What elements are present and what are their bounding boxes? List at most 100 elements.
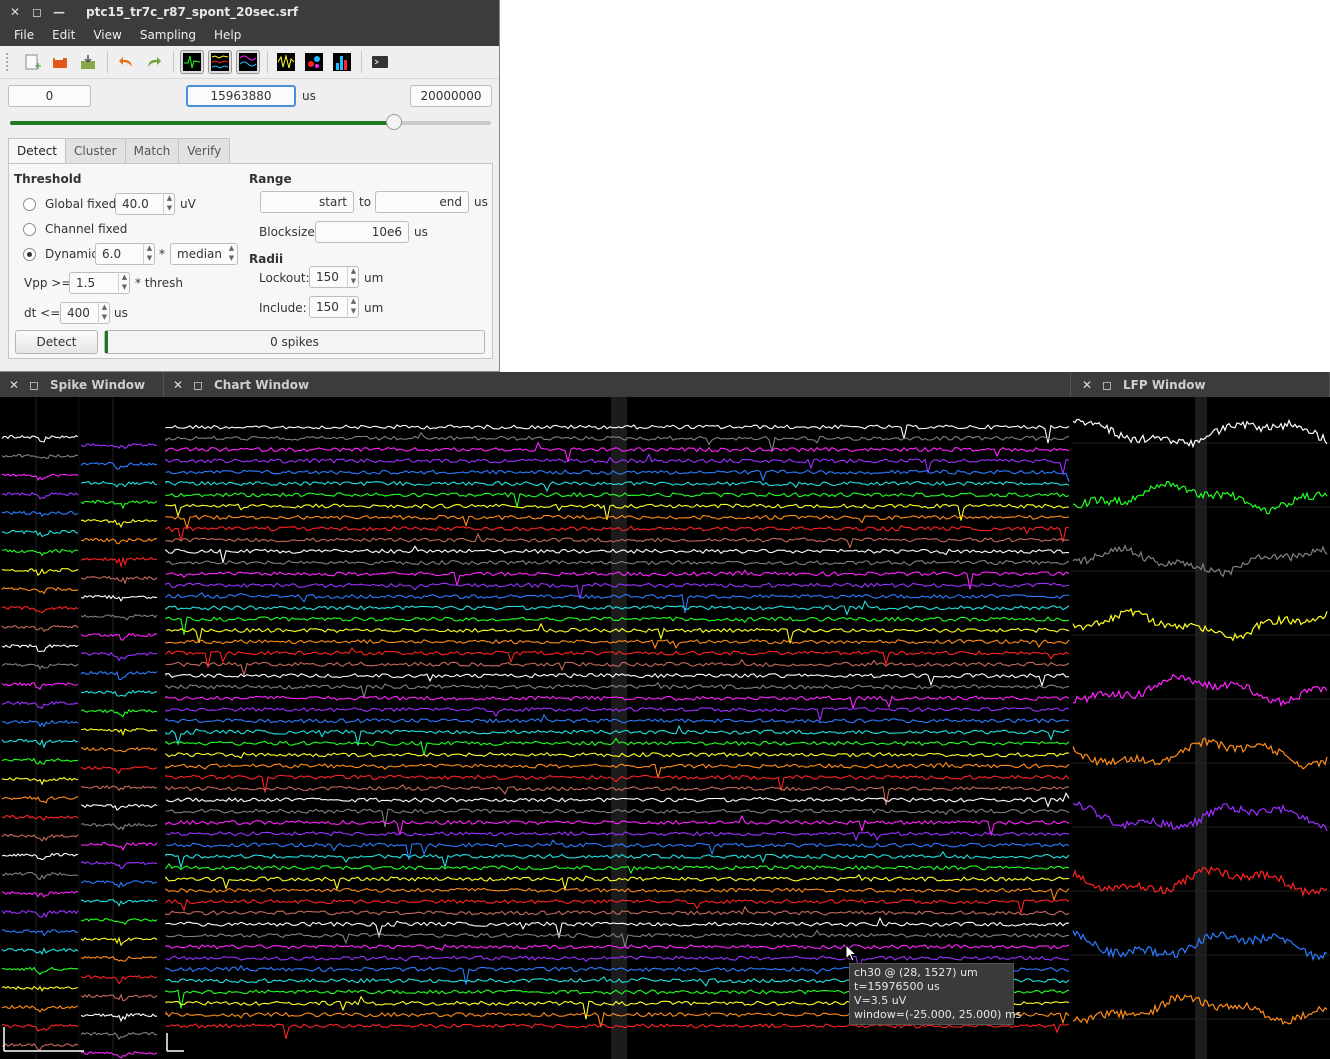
new-file-icon[interactable]: +	[20, 50, 44, 74]
global-fixed-label: Global fixed	[45, 197, 117, 211]
menu-sampling[interactable]: Sampling	[131, 28, 205, 42]
time-unit-label: us	[302, 89, 316, 103]
time-slider-track[interactable]	[10, 121, 491, 125]
tab-verify[interactable]: Verify	[178, 138, 231, 163]
dynamic-spinner-icon[interactable]: ▲ ▼	[143, 243, 155, 265]
detect-progress-text: 0 spikes	[270, 335, 319, 349]
include-spinner-icon[interactable]: ▲ ▼	[347, 296, 359, 318]
range-unit: us	[474, 195, 488, 209]
dynamic-method-chevron-icon[interactable]: ▲ ▼	[226, 243, 237, 265]
tooltip-voltage: V=3.5 uV	[854, 994, 907, 1007]
channel-fixed-label: Channel fixed	[45, 222, 128, 236]
tooltip-channel: ch30 @ (28, 1527) um	[854, 966, 978, 979]
toolbar-grip-icon[interactable]	[6, 53, 12, 71]
menu-view[interactable]: View	[84, 28, 130, 42]
range-start-input[interactable]: start	[260, 191, 354, 213]
dynamic-op-label: *	[159, 247, 165, 261]
dt-label: dt <=	[24, 306, 61, 320]
chart-window-title: Chart Window	[214, 377, 310, 392]
menu-file[interactable]: File	[0, 28, 43, 42]
toolbar-separator	[267, 51, 268, 73]
maximize-icon[interactable]: ◻	[188, 378, 208, 392]
spike-window-titlebar: ✕ ◻ Spike Window	[0, 372, 164, 397]
chart-window: ✕ ◻ Chart Window	[164, 372, 1071, 1059]
maximize-icon[interactable]: ◻	[26, 5, 48, 19]
sort-icon[interactable]	[274, 50, 298, 74]
menubar: File Edit View Sampling Help	[0, 24, 499, 46]
save-icon[interactable]	[76, 50, 100, 74]
close-icon[interactable]: ✕	[4, 5, 26, 19]
time-end-field[interactable]: 20000000	[410, 85, 492, 107]
toolbar-separator	[107, 51, 108, 73]
terminal-icon[interactable]	[368, 50, 392, 74]
lfp-window-titlebar: ✕ ◻ LFP Window	[1071, 372, 1330, 397]
close-icon[interactable]: ✕	[168, 378, 188, 392]
main-titlebar: ✕ ◻ — ptc15_tr7c_r87_spont_20sec.srf	[0, 0, 499, 24]
dt-unit: us	[114, 306, 128, 320]
chart-window-titlebar: ✕ ◻ Chart Window	[164, 372, 1071, 397]
vpp-label: Vpp >=	[24, 276, 72, 290]
dynamic-radio[interactable]	[23, 248, 36, 261]
tab-match[interactable]: Match	[124, 138, 180, 163]
tab-cluster[interactable]: Cluster	[65, 138, 126, 163]
global-fixed-radio[interactable]	[23, 198, 36, 211]
dt-spinner-icon[interactable]: ▲ ▼	[98, 302, 110, 324]
lfp-window: ✕ ◻ LFP Window	[1071, 372, 1330, 1059]
chart-window-icon[interactable]	[208, 50, 232, 74]
redo-icon[interactable]	[142, 50, 166, 74]
menu-help[interactable]: Help	[205, 28, 250, 42]
maximize-icon[interactable]: ◻	[1097, 378, 1117, 392]
open-folder-icon[interactable]	[48, 50, 72, 74]
time-slider-fill	[10, 121, 394, 125]
range-end-input[interactable]: end	[375, 191, 469, 213]
time-slider-handle[interactable]	[385, 114, 402, 130]
detect-progress-bar: 0 spikes	[104, 330, 485, 354]
tab-bar: Detect Cluster Match Verify	[8, 138, 231, 164]
histogram-icon[interactable]	[330, 50, 354, 74]
chart-tooltip: ch30 @ (28, 1527) um t=15976500 us V=3.5…	[849, 963, 1022, 1025]
lfp-trace-plot[interactable]	[1071, 397, 1330, 1059]
blocksize-label: Blocksize:	[259, 225, 319, 239]
spike-waveform-plot[interactable]	[0, 397, 164, 1059]
cluster-icon[interactable]	[302, 50, 326, 74]
include-unit: um	[364, 301, 384, 315]
toolbar-separator	[361, 51, 362, 73]
close-icon[interactable]: ✕	[4, 378, 24, 392]
time-current-field[interactable]: 15963880	[186, 85, 296, 107]
minimize-icon[interactable]: —	[48, 5, 70, 19]
lfp-window-icon[interactable]	[236, 50, 260, 74]
channel-fixed-radio[interactable]	[23, 223, 36, 236]
mouse-pointer-icon	[845, 944, 858, 962]
chart-trace-plot[interactable]	[164, 397, 1071, 1059]
spike-window: ✕ ◻ Spike Window	[0, 372, 164, 1059]
close-icon[interactable]: ✕	[1077, 378, 1097, 392]
global-fixed-unit: uV	[180, 197, 196, 211]
menu-edit[interactable]: Edit	[43, 28, 84, 42]
spike-window-title: Spike Window	[50, 377, 146, 392]
tooltip-time: t=15976500 us	[854, 980, 940, 993]
undo-icon[interactable]	[114, 50, 138, 74]
lockout-unit: um	[364, 271, 384, 285]
lockout-label: Lockout:	[259, 271, 310, 285]
blocksize-input[interactable]: 10e6	[315, 221, 409, 243]
threshold-heading: Threshold	[14, 172, 82, 186]
window-title: ptc15_tr7c_r87_spont_20sec.srf	[86, 5, 299, 19]
main-window: ✕ ◻ — ptc15_tr7c_r87_spont_20sec.srf Fil…	[0, 0, 500, 372]
dynamic-label: Dynamic	[45, 247, 98, 261]
tab-detect[interactable]: Detect	[8, 138, 67, 164]
include-label: Include:	[259, 301, 307, 315]
svg-text:+: +	[34, 61, 41, 71]
range-to-label: to	[359, 195, 372, 209]
global-fixed-spinner-icon[interactable]: ▲ ▼	[163, 193, 175, 215]
spike-window-icon[interactable]	[180, 50, 204, 74]
blocksize-unit: us	[414, 225, 428, 239]
lfp-window-title: LFP Window	[1123, 377, 1206, 392]
detect-button[interactable]: Detect	[15, 330, 98, 354]
vpp-spinner-icon[interactable]: ▲ ▼	[118, 272, 130, 294]
lockout-spinner-icon[interactable]: ▲ ▼	[347, 266, 359, 288]
maximize-icon[interactable]: ◻	[24, 378, 44, 392]
time-start-field[interactable]: 0	[8, 85, 91, 107]
radii-heading: Radii	[249, 252, 284, 266]
detect-progress-fill	[105, 331, 108, 353]
tooltip-window: window=(-25.000, 25.000) ms	[854, 1008, 1022, 1021]
